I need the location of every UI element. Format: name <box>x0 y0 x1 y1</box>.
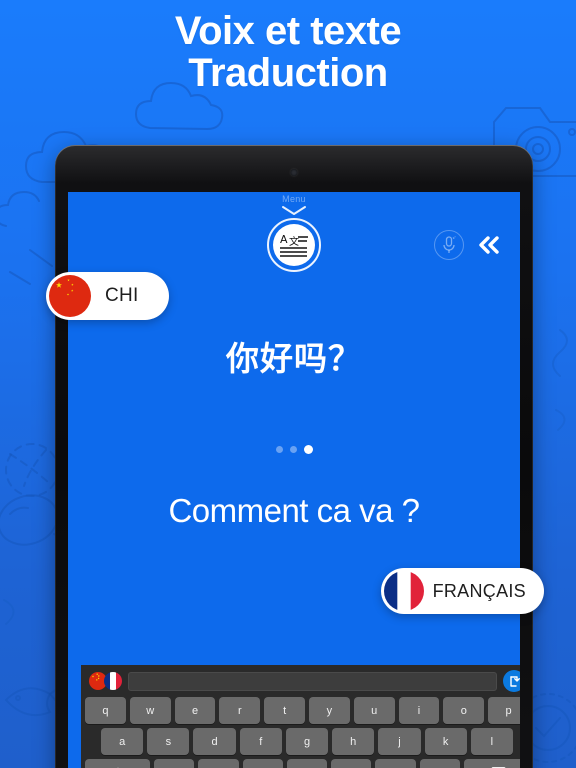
key-m[interactable]: m <box>419 759 460 768</box>
shift-key[interactable] <box>85 759 151 768</box>
key-w[interactable]: w <box>129 697 171 724</box>
microphone-button[interactable] <box>434 230 464 260</box>
double-chevron-left-icon <box>479 236 499 254</box>
flag-france-icon <box>383 571 424 611</box>
flag-china-icon <box>49 275 91 317</box>
send-translate-button[interactable] <box>503 670 520 692</box>
key-q[interactable]: q <box>85 697 126 724</box>
key-s[interactable]: s <box>147 728 190 755</box>
chevron-down-icon <box>282 206 306 215</box>
key-y[interactable]: y <box>309 697 350 724</box>
svg-text:文: 文 <box>289 235 299 248</box>
keyboard-language-flags[interactable] <box>89 672 122 690</box>
menu-button[interactable]: Menu <box>68 194 520 216</box>
source-text: 你好吗？ <box>226 339 362 378</box>
keyboard-text-input[interactable] <box>128 671 497 691</box>
target-language-label: FRANÇAIS <box>432 580 526 601</box>
key-b[interactable]: b <box>331 759 372 768</box>
svg-text:A: A <box>280 233 288 246</box>
key-v[interactable]: v <box>286 759 328 768</box>
key-e[interactable]: e <box>174 697 216 724</box>
page-title: Voix et texte Traduction <box>0 10 576 94</box>
source-language-selector[interactable]: CHI <box>46 272 169 320</box>
target-language-selector[interactable]: FRANÇAIS <box>380 568 544 614</box>
pager-dot-active[interactable] <box>303 445 313 454</box>
device-camera-icon <box>290 169 298 176</box>
key-d[interactable]: d <box>193 728 236 755</box>
microphone-icon <box>443 236 456 253</box>
page-title-line-2: Traduction <box>188 51 388 95</box>
key-f[interactable]: f <box>239 728 282 755</box>
key-t[interactable]: t <box>264 697 305 724</box>
backspace-key[interactable] <box>463 759 520 768</box>
page-title-line-1: Voix et texte <box>174 9 402 53</box>
key-n[interactable]: n <box>375 759 416 768</box>
key-u[interactable]: u <box>353 697 395 724</box>
flag-france-icon[interactable] <box>104 672 122 690</box>
key-p[interactable]: p <box>488 697 520 724</box>
key-j[interactable]: j <box>378 728 421 755</box>
keyboard-key-rows: q w e r t y u i o p a s d f g h j k l <box>81 697 520 768</box>
keyboard-row-3: z x c v b n m <box>85 759 520 768</box>
key-x[interactable]: x <box>198 759 239 768</box>
pager-dots[interactable] <box>68 445 520 454</box>
collapse-panel-button[interactable] <box>476 234 502 256</box>
key-a[interactable]: a <box>101 728 144 755</box>
menu-label: Menu <box>282 194 306 204</box>
keyboard-row-2: a s d f g h j k l <box>85 728 520 755</box>
translate-icon: A 文 <box>273 224 315 266</box>
translate-button[interactable]: A 文 <box>267 218 321 272</box>
key-c[interactable]: c <box>242 759 283 768</box>
pager-dot[interactable] <box>275 446 283 453</box>
switch-arrow-icon <box>509 675 520 687</box>
keyboard-toolbar <box>81 665 520 697</box>
tablet-device-frame: Menu A 文 你好吗？ Comment ca va ? q w e r t … <box>55 145 533 768</box>
key-i[interactable]: i <box>398 697 440 724</box>
key-o[interactable]: o <box>443 697 485 724</box>
source-language-label: CHI <box>105 285 139 306</box>
key-z[interactable]: z <box>154 759 195 768</box>
pager-dot[interactable] <box>289 446 297 453</box>
on-screen-keyboard: q w e r t y u i o p a s d f g h j k l <box>81 665 520 768</box>
keyboard-row-1: q w e r t y u i o p <box>85 697 520 724</box>
key-h[interactable]: h <box>332 728 375 755</box>
key-k[interactable]: k <box>424 728 467 755</box>
key-r[interactable]: r <box>219 697 261 724</box>
key-l[interactable]: l <box>470 728 513 755</box>
translated-text: Comment ca va ? <box>168 492 420 529</box>
key-g[interactable]: g <box>285 728 329 755</box>
